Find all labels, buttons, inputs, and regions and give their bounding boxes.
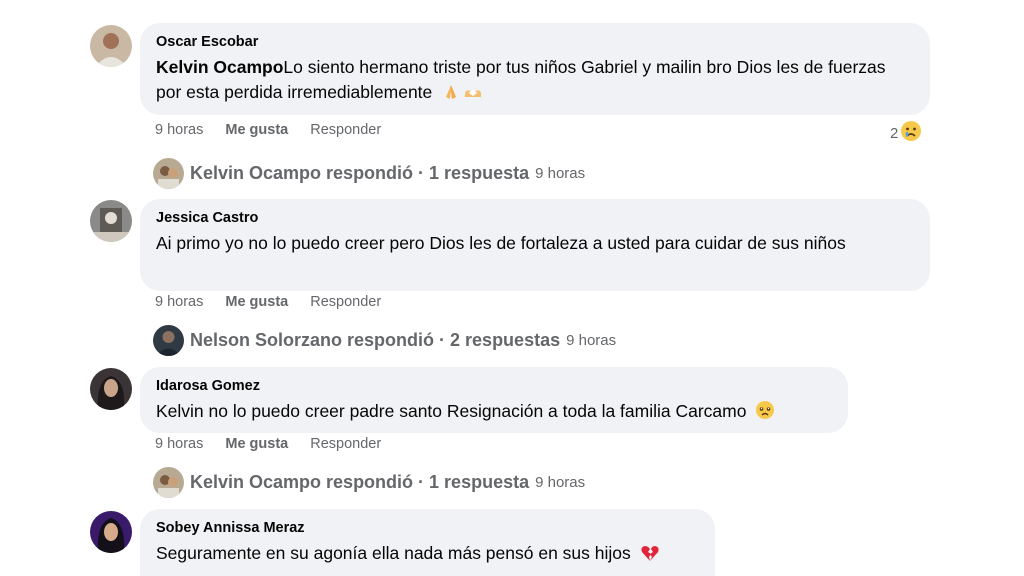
replies-count: · 2 respuestas — [439, 330, 561, 350]
avatar-jessica-castro[interactable] — [90, 200, 132, 242]
comment-actions: 9 horas Me gusta Responder — [155, 294, 403, 310]
comment-author[interactable]: Jessica Castro — [156, 209, 914, 227]
comment-actions: 9 horas Me gusta Responder — [155, 122, 403, 138]
comment-author[interactable]: Sobey Annissa Meraz — [156, 519, 699, 537]
comment-text: Seguramente en su agonía ella nada más p… — [156, 541, 699, 569]
comment-author[interactable]: Oscar Escobar — [156, 33, 914, 51]
sad-face-icon — [900, 120, 922, 146]
comment-text: Kelvin no lo puedo creer padre santo Res… — [156, 399, 832, 427]
reaction-summary[interactable]: 2 — [890, 120, 922, 146]
like-button[interactable]: Me gusta — [225, 436, 288, 452]
comment-bubble: Oscar Escobar Kelvin OcampoLo siento her… — [140, 23, 930, 115]
crying-face-icon — [755, 400, 775, 427]
avatar-idarosa-gomez[interactable] — [90, 368, 132, 410]
like-button[interactable]: Me gusta — [225, 294, 288, 310]
view-replies-link[interactable]: Nelson Solorzano respondió · 2 respuesta… — [153, 325, 616, 356]
reply-button[interactable]: Responder — [310, 122, 381, 138]
replies-author: Nelson Solorzano respondió — [190, 330, 435, 350]
comment-body: Seguramente en su agonía ella nada más p… — [156, 543, 631, 563]
comment-bubble: Idarosa Gomez Kelvin no lo puedo creer p… — [140, 367, 848, 433]
view-replies-link[interactable]: Kelvin Ocampo respondió · 1 respuesta 9 … — [153, 467, 585, 498]
mention-link[interactable]: Kelvin Ocampo — [156, 57, 283, 77]
comment-body: Ai primo yo no lo puedo creer pero Dios … — [156, 233, 846, 253]
replies-author: Kelvin Ocampo respondió — [190, 163, 414, 183]
reply-button[interactable]: Responder — [310, 294, 381, 310]
replies-time: 9 horas — [535, 165, 586, 182]
replies-author: Kelvin Ocampo respondió — [190, 472, 414, 492]
comment-time[interactable]: 9 horas — [155, 294, 203, 310]
avatar-nelson-solorzano — [153, 325, 184, 356]
comment-time[interactable]: 9 horas — [155, 122, 203, 138]
replies-count: · 1 respuesta — [418, 163, 530, 183]
replies-time: 9 horas — [535, 474, 586, 491]
comment-author[interactable]: Idarosa Gomez — [156, 377, 832, 395]
replies-time: 9 horas — [566, 332, 617, 349]
avatar-kelvin-ocampo — [153, 467, 184, 498]
comment-actions: 9 horas Me gusta Responder — [155, 436, 403, 452]
reaction-count: 2 — [890, 124, 899, 142]
avatar-kelvin-ocampo — [153, 158, 184, 189]
comment-text: Kelvin OcampoLo siento hermano triste po… — [156, 55, 914, 108]
like-button[interactable]: Me gusta — [225, 122, 288, 138]
avatar-oscar-escobar[interactable] — [90, 25, 132, 67]
avatar-sobey-annissa-meraz[interactable] — [90, 511, 132, 553]
reply-button[interactable]: Responder — [310, 436, 381, 452]
comment-bubble: Sobey Annissa Meraz Seguramente en su ag… — [140, 509, 715, 576]
broken-heart-icon — [640, 544, 660, 569]
comment-bubble: Jessica Castro Ai primo yo no lo puedo c… — [140, 199, 930, 291]
view-replies-link[interactable]: Kelvin Ocampo respondió · 1 respuesta 9 … — [153, 158, 585, 189]
comment-time[interactable]: 9 horas — [155, 436, 203, 452]
comment-body: Kelvin no lo puedo creer padre santo Res… — [156, 401, 747, 421]
folded-hands-icon — [441, 83, 461, 108]
heart-hands-icon — [462, 83, 484, 108]
replies-count: · 1 respuesta — [418, 472, 530, 492]
